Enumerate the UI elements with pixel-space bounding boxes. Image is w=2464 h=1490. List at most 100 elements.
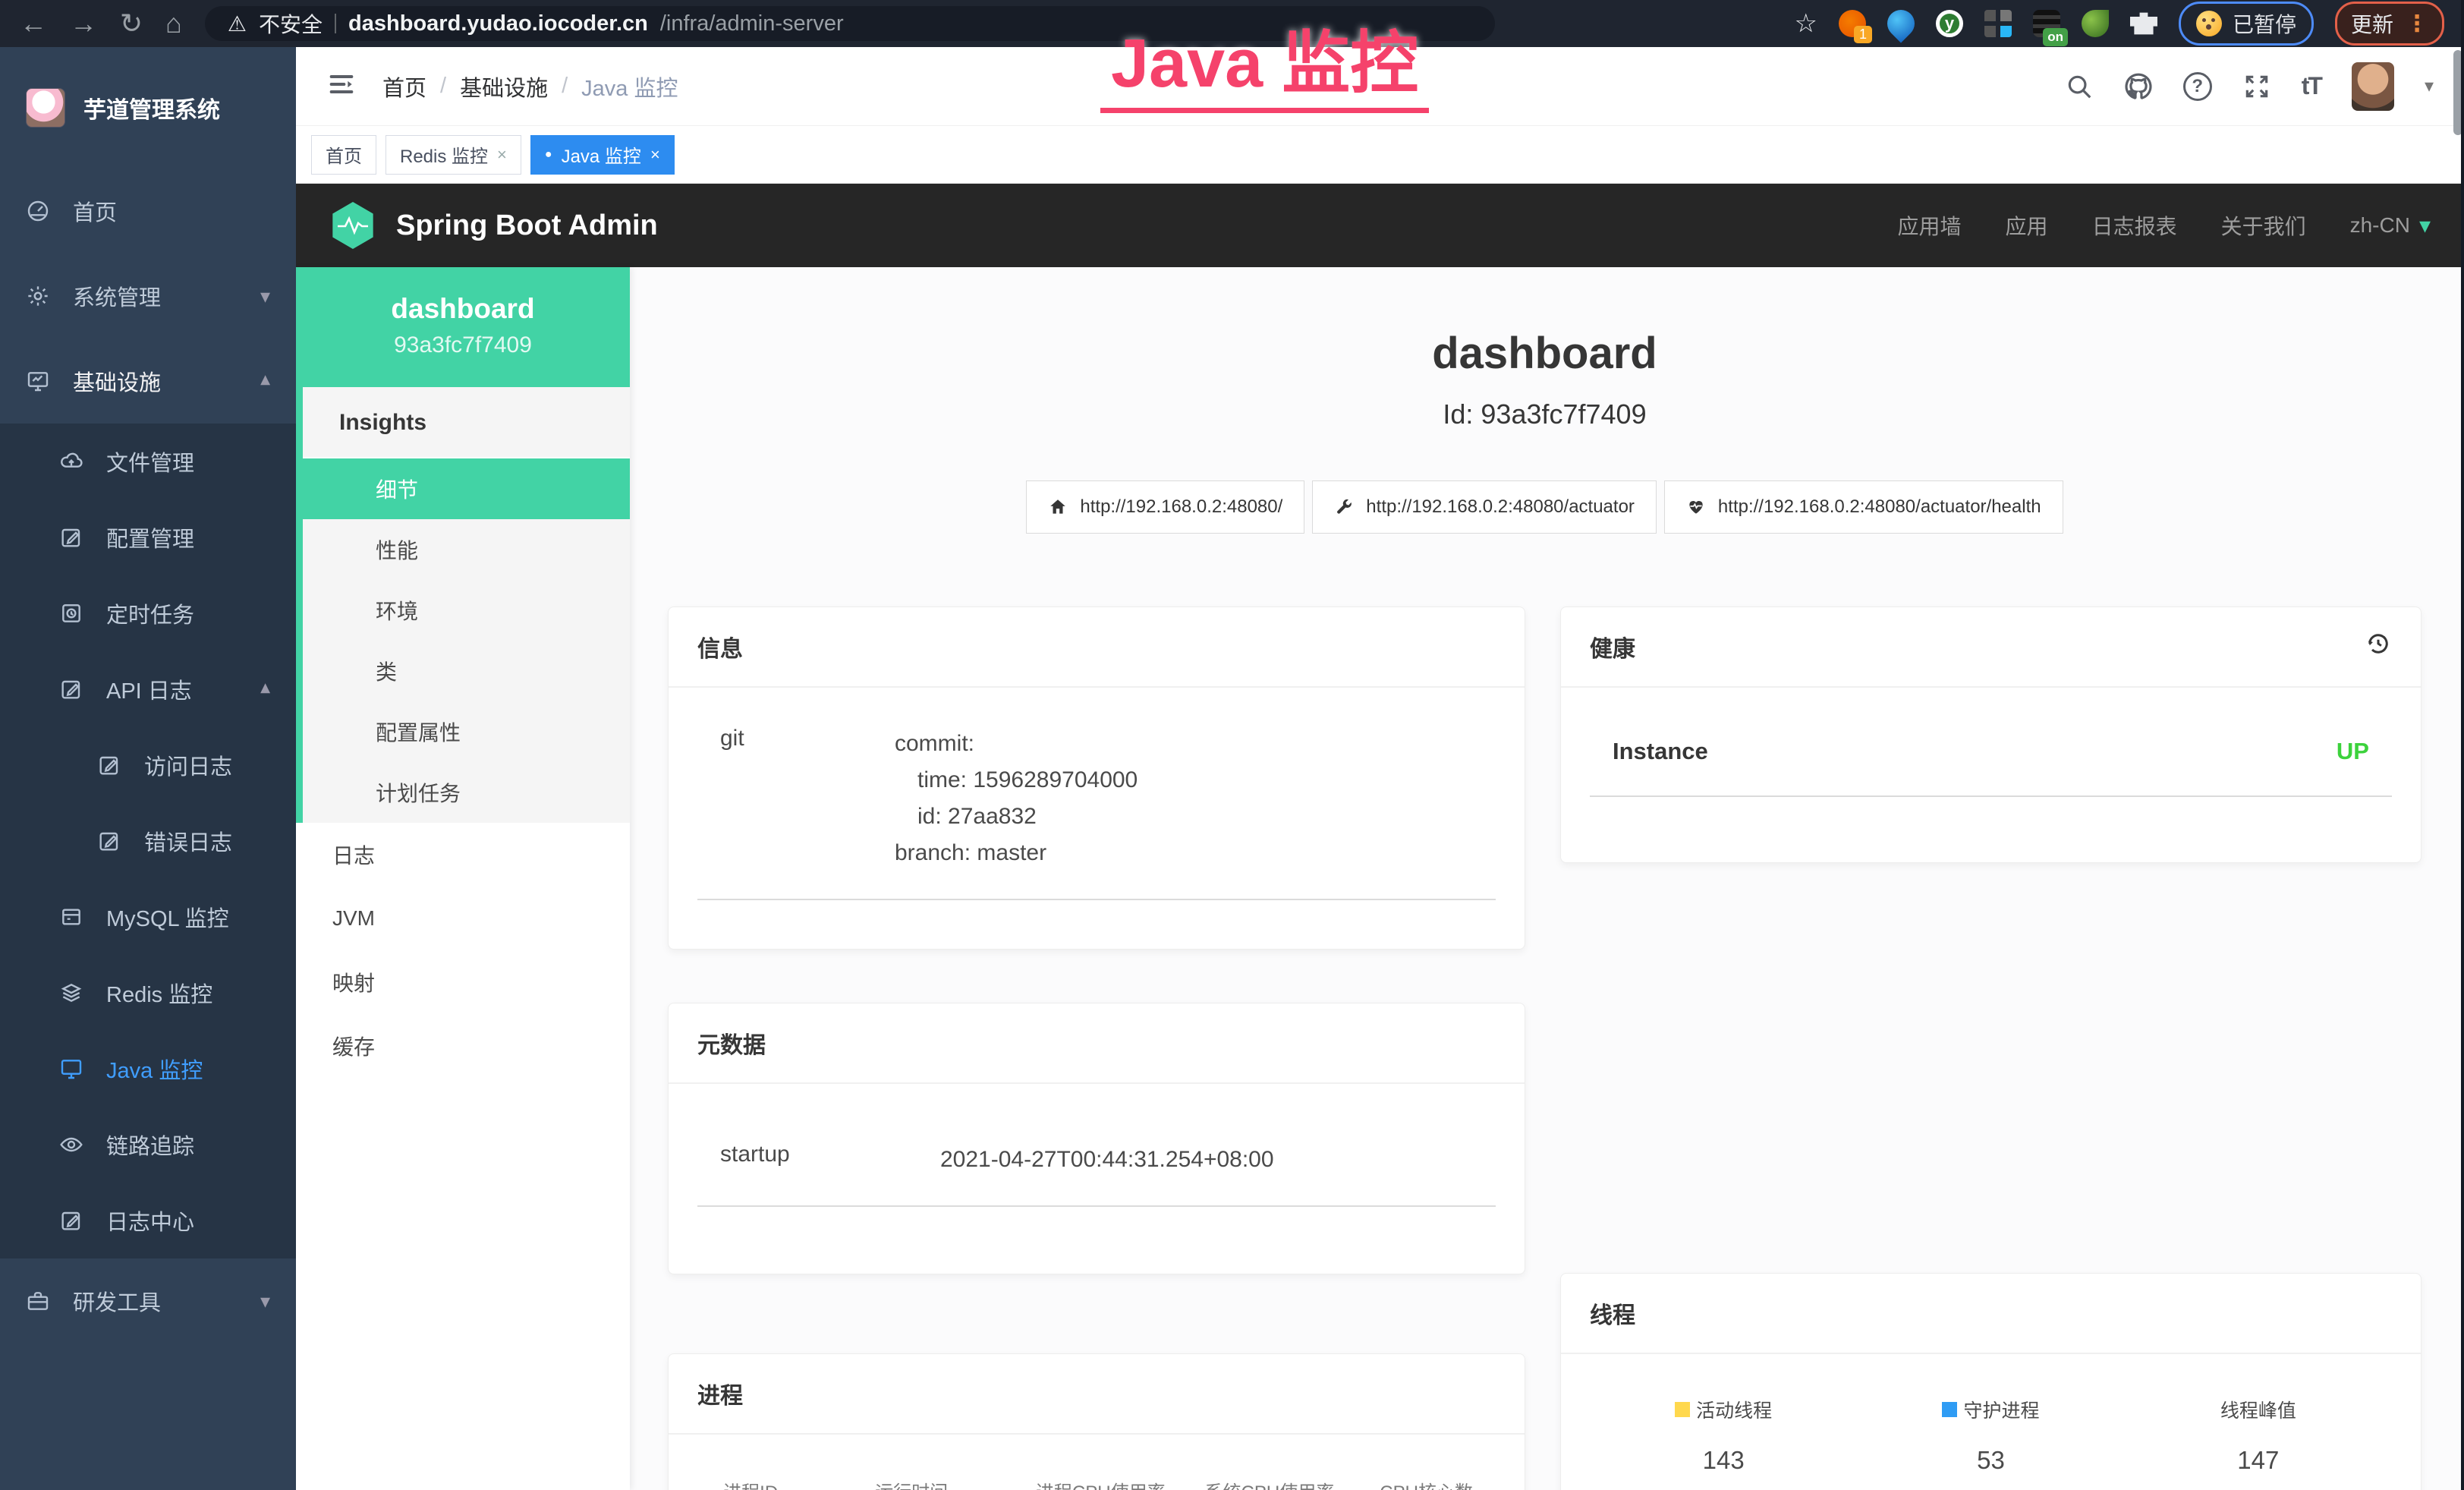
- github-icon[interactable]: [2124, 72, 2153, 101]
- puzzle-extensions-icon[interactable]: [2130, 10, 2157, 37]
- sidebar-item-tracing[interactable]: 链路追踪: [0, 1107, 296, 1183]
- dark-extension-icon[interactable]: on: [2033, 10, 2060, 37]
- paused-profile-chip[interactable]: 已暂停: [2179, 2, 2314, 46]
- sidebar-item-label: 链路追踪: [106, 1129, 270, 1161]
- reload-icon[interactable]: ↻: [120, 10, 143, 37]
- sba-nav-journal[interactable]: 日志报表: [2092, 210, 2177, 241]
- browser-menu-kebab-icon[interactable]: ⋮: [2406, 11, 2428, 37]
- search-icon[interactable]: [2065, 72, 2094, 101]
- sidebar-item-infrastructure[interactable]: 基础设施 ▾: [0, 339, 296, 424]
- card-title-text: 信息: [697, 630, 743, 663]
- sidebar-item-file-manage[interactable]: 文件管理: [0, 424, 296, 499]
- sba-nav-logging[interactable]: 日志: [296, 823, 630, 887]
- sidebar-item-scheduled-jobs[interactable]: 定时任务: [0, 575, 296, 651]
- sba-nav-jvm[interactable]: JVM: [296, 887, 630, 950]
- not-secure-label: 不安全: [259, 8, 323, 39]
- tab-home[interactable]: 首页: [311, 135, 376, 175]
- chrome-update-button[interactable]: 更新 ⋮: [2335, 2, 2444, 46]
- card-title-text: 进程: [697, 1377, 743, 1410]
- sidebar-item-access-log[interactable]: 访问日志: [0, 727, 296, 803]
- service-url-link[interactable]: http://192.168.0.2:48080/: [1026, 480, 1304, 534]
- home-icon[interactable]: ⌂: [165, 10, 182, 37]
- tab-java-monitor[interactable]: ● Java 监控 ×: [530, 135, 675, 175]
- eye-icon: [59, 1132, 83, 1157]
- fullscreen-icon[interactable]: [2242, 72, 2271, 101]
- font-size-icon[interactable]: tT: [2302, 72, 2321, 100]
- forward-icon[interactable]: →: [70, 10, 97, 37]
- sidebar-item-system[interactable]: 系统管理 ▾: [0, 254, 296, 339]
- sidebar-item-label: Redis 监控: [106, 977, 270, 1009]
- sidebar-item-dev-tools[interactable]: 研发工具 ▾: [0, 1258, 296, 1344]
- sba-nav-mappings[interactable]: 映射: [296, 950, 630, 1014]
- row-value: commit: time: 1596289704000 id: 27aa832 …: [895, 726, 1138, 871]
- git-id-line: id: 27aa832: [895, 799, 1138, 835]
- grid-extension-icon[interactable]: [1984, 10, 2012, 37]
- locale-selector[interactable]: zh-CN ▾: [2350, 213, 2431, 239]
- sidebar-item-redis-monitor[interactable]: Redis 监控: [0, 955, 296, 1031]
- sba-nav-metrics[interactable]: 性能: [303, 519, 630, 580]
- sidebar-toggle-icon[interactable]: [326, 69, 357, 103]
- health-row-label: Instance: [1613, 738, 1708, 765]
- help-icon[interactable]: ?: [2183, 72, 2212, 101]
- extension-icon[interactable]: 1: [1839, 10, 1866, 37]
- pin-extension-icon[interactable]: [1882, 5, 1921, 43]
- sidebar-item-label: 配置管理: [106, 521, 270, 553]
- chevron-down-icon: ▾: [2419, 213, 2431, 239]
- health-card-title: 健康: [1561, 607, 2421, 688]
- close-icon[interactable]: ×: [650, 145, 660, 165]
- sba-nav-about[interactable]: 关于我们: [2221, 210, 2306, 241]
- update-label: 更新: [2351, 8, 2393, 39]
- sba-nav-environment[interactable]: 环境: [303, 580, 630, 641]
- leaf-extension-icon[interactable]: [2082, 10, 2109, 37]
- extensions-area: ☆ 1 y on 已暂停 更新 ⋮: [1794, 2, 2444, 46]
- link-label: http://192.168.0.2:48080/actuator/health: [1718, 496, 2041, 518]
- green-extension-icon[interactable]: y: [1936, 10, 1963, 37]
- sidebar-item-error-log[interactable]: 错误日志: [0, 803, 296, 879]
- sidebar-item-home[interactable]: 首页: [0, 169, 296, 254]
- sidebar-item-label: 错误日志: [144, 825, 270, 857]
- sba-nav-caches[interactable]: 缓存: [296, 1014, 630, 1078]
- sba-nav-classes[interactable]: 类: [303, 641, 630, 701]
- instance-header: dashboard 93a3fc7f7409: [296, 267, 630, 387]
- sba-nav-details[interactable]: 细节: [296, 458, 630, 519]
- sidebar-item-api-log[interactable]: API 日志 ▾: [0, 651, 296, 727]
- sidebar-item-config-manage[interactable]: 配置管理: [0, 499, 296, 575]
- sba-nav-applications[interactable]: 应用: [2006, 210, 2048, 241]
- annotation-java-monitor: Java 监控: [1100, 8, 1429, 113]
- sidebar-item-mysql-monitor[interactable]: MySQL 监控: [0, 879, 296, 955]
- briefcase-icon: [26, 1289, 50, 1313]
- on-badge: on: [2043, 28, 2068, 46]
- user-avatar[interactable]: [2352, 62, 2394, 111]
- chevron-down-icon: ▾: [260, 1290, 270, 1313]
- sba-nav-scheduled-tasks[interactable]: 计划任务: [303, 762, 630, 823]
- legend-label: 线程峰值: [2220, 1396, 2296, 1423]
- sidebar-item-java-monitor[interactable]: Java 监控: [0, 1031, 296, 1107]
- sidebar-item-label: 文件管理: [106, 446, 270, 477]
- page-instance-id: Id: 93a3fc7f7409: [668, 398, 2422, 430]
- threads-legend: 活动线程 143 守护进程 53 线程峰值: [1590, 1396, 2392, 1475]
- avatar-caret-icon[interactable]: ▾: [2425, 75, 2434, 97]
- sidebar-item-log-center[interactable]: 日志中心: [0, 1183, 296, 1258]
- startup-row: startup 2021-04-27T00:44:31.254+08:00: [697, 1142, 1496, 1207]
- gear-icon: [26, 284, 50, 308]
- insights-group-title[interactable]: Insights: [303, 387, 630, 458]
- process-table: 进程ID 运行时间 进程CPU使用率 系统CPU使用率 CPU核心数 5261 …: [687, 1470, 1506, 1490]
- actuator-url-link[interactable]: http://192.168.0.2:48080/actuator: [1312, 480, 1657, 534]
- back-icon[interactable]: ←: [20, 10, 47, 37]
- col-header: 运行时间: [807, 1477, 1016, 1490]
- breadcrumb-home[interactable]: 首页: [382, 71, 426, 102]
- tab-label: Java 监控: [562, 141, 641, 168]
- threads-card: 线程 活动线程 143 守护进程: [1560, 1273, 2422, 1490]
- history-icon[interactable]: [2365, 630, 2392, 663]
- close-icon[interactable]: ×: [497, 145, 507, 165]
- layers-icon: [59, 981, 83, 1005]
- sba-nav-config-props[interactable]: 配置属性: [303, 701, 630, 762]
- sba-nav-wallboard[interactable]: 应用墙: [1898, 210, 1962, 241]
- row-label: git: [720, 726, 895, 871]
- tab-redis-monitor[interactable]: Redis 监控 ×: [385, 135, 521, 175]
- breadcrumb-infrastructure[interactable]: 基础设施: [460, 71, 548, 102]
- health-url-link[interactable]: http://192.168.0.2:48080/actuator/health: [1664, 480, 2063, 534]
- window-right-edge: [2461, 0, 2464, 1490]
- bookmark-star-icon[interactable]: ☆: [1794, 8, 1817, 39]
- app-logo-row[interactable]: 芋道管理系统: [0, 47, 296, 169]
